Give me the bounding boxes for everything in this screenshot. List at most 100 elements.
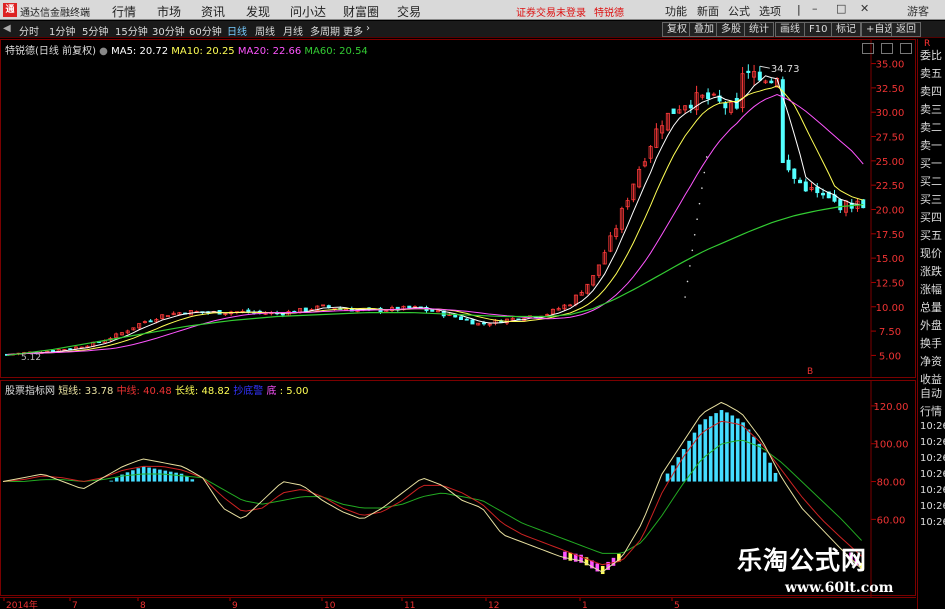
menu-function[interactable]: 功能 [665, 3, 687, 19]
f10-button[interactable]: F10 [804, 22, 833, 37]
y-tick-label: 17.50 [876, 230, 905, 241]
bar [757, 443, 762, 482]
adjust-button[interactable]: 复权 [662, 22, 692, 37]
side-item[interactable]: 行情 [920, 403, 942, 419]
bar [114, 477, 119, 482]
menu-formula[interactable]: 公式 [728, 3, 750, 19]
candle [821, 192, 826, 196]
date-label: 1 [582, 601, 588, 609]
period-60min[interactable]: 60分钟 [189, 23, 222, 38]
ind-y-tick-label: 80.00 [877, 478, 906, 489]
candle [671, 108, 676, 114]
menu-quotes[interactable]: 行情 [112, 3, 136, 20]
date-label: 2014年 [6, 599, 38, 609]
side-item[interactable]: 自动 [920, 385, 942, 401]
separator-icon: | [797, 3, 801, 16]
bar [109, 480, 114, 482]
date-label: 7 [72, 601, 78, 609]
bar [185, 476, 189, 482]
side-item: 卖五 [920, 67, 942, 80]
period-weekly[interactable]: 周线 [255, 23, 275, 38]
watermark-cn: 乐淘公式网 [737, 546, 868, 575]
kline-chart[interactable]: 5.00 7.50 10.00 12.50 15.00 17.50 20.00 22.50 25… [0, 39, 916, 378]
period-intraday[interactable]: 分时 [19, 23, 39, 38]
side-item: 10:26 [920, 421, 945, 432]
legend-stock: 特锐德(日线 前复权) [5, 46, 96, 57]
date-label: 12 [488, 601, 499, 609]
candle [723, 102, 728, 109]
period-more[interactable]: 更多 [343, 23, 363, 38]
candle [470, 319, 475, 325]
period-daily[interactable]: 日线 [227, 23, 247, 38]
back-button[interactable]: 返回 [891, 22, 921, 37]
side-item: 买五 [920, 229, 942, 242]
stock-link[interactable]: 特锐德 [594, 4, 624, 19]
candle [453, 314, 458, 318]
candle [792, 168, 797, 179]
y-tick-label: 15.00 [876, 254, 905, 265]
menu-trade[interactable]: 交易 [397, 3, 421, 20]
more-arrow-icon[interactable]: › [366, 23, 370, 34]
date-label: 9 [232, 601, 238, 609]
side-item: 10:26 [920, 517, 945, 528]
period-5min[interactable]: 5分钟 [82, 23, 108, 38]
zoom-icon[interactable] [862, 43, 874, 54]
draw-line-button[interactable]: 画线 [775, 22, 805, 37]
high-label: 34.73 [771, 64, 800, 75]
mark-button[interactable]: 标记 [831, 22, 861, 37]
period-1min[interactable]: 1分钟 [49, 23, 75, 38]
y-tick-label: 32.50 [876, 84, 905, 95]
menu-ask[interactable]: 问小达 [290, 3, 326, 20]
restore-icon[interactable]: □ [836, 2, 846, 15]
period-multi[interactable]: 多周期 [310, 23, 340, 38]
legend-ma5: MA5: 20.72 [111, 46, 169, 57]
bar [746, 429, 751, 482]
overlay-button[interactable]: 叠加 [689, 22, 719, 37]
login-notice[interactable]: 证券交易未登录 [516, 4, 586, 19]
y-tick-label: 10.00 [876, 303, 905, 314]
date-label: 5 [674, 601, 680, 609]
rise-dot [696, 218, 698, 221]
y-tick-label: 22.50 [876, 181, 905, 192]
guest-button[interactable]: 游客 [907, 3, 929, 19]
y-tick-label: 20.00 [876, 205, 905, 216]
period-monthly[interactable]: 月线 [283, 23, 303, 38]
candle [303, 307, 308, 312]
ma20-line [6, 93, 864, 355]
side-item: 10:26 [920, 469, 945, 480]
bar [125, 472, 130, 482]
menu-wealth[interactable]: 财富圈 [343, 3, 379, 20]
candle [706, 92, 711, 100]
y-tick-label: 12.50 [876, 278, 905, 289]
legend-mid: 中线: 40.48 [116, 386, 172, 397]
app-logo: 通 [3, 3, 17, 17]
settings-icon[interactable] [900, 43, 912, 54]
bar [152, 468, 157, 482]
bar [768, 462, 772, 482]
minimize-icon[interactable]: – [812, 2, 818, 15]
menu-options[interactable]: 选项 [759, 3, 781, 19]
menu-new-page[interactable]: 新面 [697, 3, 719, 19]
bar [681, 449, 686, 482]
period-30min[interactable]: 30分钟 [152, 23, 185, 38]
y-tick-label: 7.50 [879, 327, 901, 338]
bar [725, 412, 729, 482]
kline-plot: 5.00 7.50 10.00 12.50 15.00 17.50 20.00 22.50 25… [5, 40, 905, 377]
rise-dot [701, 187, 703, 189]
bar [719, 410, 724, 482]
period-15min[interactable]: 15分钟 [115, 23, 148, 38]
menu-news[interactable]: 资讯 [201, 3, 225, 20]
rise-dot [684, 296, 686, 298]
menu-discover[interactable]: 发现 [246, 3, 270, 20]
legend-bottom-alert: 抄底警 [233, 386, 264, 397]
prev-icon[interactable]: ◀ [3, 23, 11, 34]
stats-button[interactable]: 统计 [744, 22, 774, 37]
candle [481, 322, 486, 325]
menu-market[interactable]: 市场 [157, 3, 181, 20]
side-item: 卖四 [920, 85, 942, 98]
candle [838, 199, 843, 211]
date-label: 11 [404, 601, 415, 609]
layout-icon[interactable] [881, 43, 893, 54]
multi-stock-button[interactable]: 多股 [716, 22, 746, 37]
close-icon[interactable]: ✕ [860, 2, 869, 15]
